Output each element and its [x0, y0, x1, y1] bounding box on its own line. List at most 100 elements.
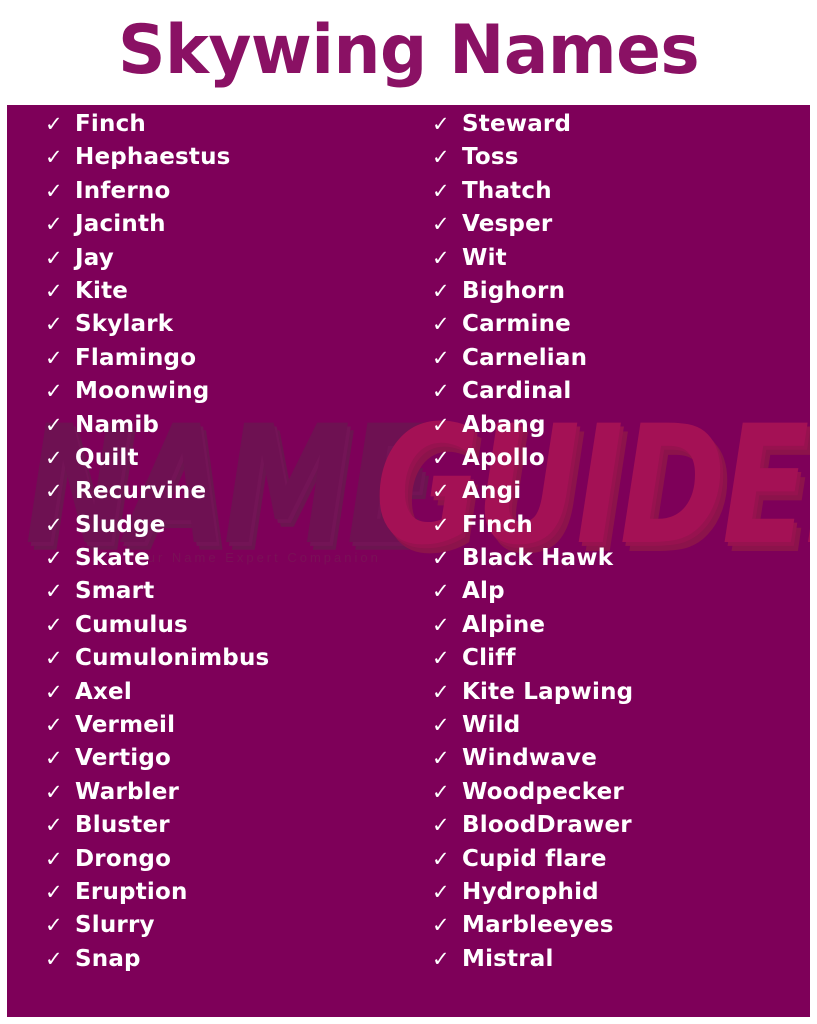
page-root: Skywing Names NAME GUIDER Your Name Expe… [0, 0, 817, 1024]
list-item-label: Skate [75, 545, 150, 572]
list-item[interactable]: ✓ Eruption [45, 879, 425, 914]
list-item-label: Kite Lapwing [462, 678, 634, 705]
list-item[interactable]: ✓ Namib [45, 413, 425, 447]
list-item-label: Jacinth [75, 211, 166, 238]
check-icon: ✓ [45, 345, 63, 370]
list-item[interactable]: ✓ Abang [432, 412, 807, 447]
check-icon: ✓ [45, 646, 63, 671]
check-icon: ✓ [45, 512, 63, 537]
list-item-label: Thatch [462, 177, 552, 204]
list-item[interactable]: ✓ Kite [45, 277, 425, 313]
list-item[interactable]: ✓ Bighorn [432, 277, 807, 313]
list-item[interactable]: ✓ Jay [45, 245, 425, 280]
page-title: Skywing Names [117, 10, 700, 90]
list-item[interactable]: ✓ Thatch [432, 177, 807, 213]
list-item[interactable]: ✓ Carnelian [432, 346, 807, 380]
check-icon: ✓ [432, 546, 450, 571]
list-item[interactable]: ✓ Bluster [45, 814, 425, 847]
list-item[interactable]: ✓ Cardinal [432, 380, 807, 413]
check-icon: ✓ [45, 245, 63, 270]
list-item[interactable]: ✓ Cumulus [45, 612, 425, 647]
list-item[interactable]: ✓ Finch [45, 113, 425, 146]
list-item-label: Moonwing [75, 378, 210, 405]
check-icon: ✓ [45, 145, 63, 170]
check-icon: ✓ [45, 579, 63, 604]
list-item[interactable]: ✓ Slurry [45, 914, 425, 947]
list-item-label: Kite [75, 277, 129, 304]
list-item[interactable]: ✓ Wit [432, 244, 807, 280]
list-item[interactable]: ✓ Axel [45, 678, 425, 714]
list-item[interactable]: ✓ Sludge [45, 512, 425, 547]
list-item[interactable]: ✓ Vertigo [45, 747, 425, 780]
list-item[interactable]: ✓ Skate [45, 547, 425, 580]
list-item[interactable]: ✓ Jacinth [45, 213, 425, 246]
list-item[interactable]: ✓ Kite Lapwing [432, 678, 807, 714]
check-icon: ✓ [432, 379, 450, 404]
names-column-right: ✓ Steward ✓ Toss ✓ Thatch ✓ Vesper ✓ Wit ✓ Bighorn ✓… [432, 113, 807, 981]
check-icon: ✓ [45, 445, 63, 470]
list-item[interactable]: ✓ Windwave [432, 747, 807, 780]
list-item[interactable]: ✓ Skylark [45, 313, 425, 346]
list-item-label: Mistral [462, 945, 554, 972]
list-item[interactable]: ✓ Marbleeyes [432, 914, 807, 947]
check-icon: ✓ [432, 212, 450, 237]
list-item[interactable]: ✓ Angi [432, 480, 807, 513]
list-item[interactable]: ✓ Flamingo [45, 345, 425, 380]
list-item[interactable]: ✓ Warbler [45, 778, 425, 814]
check-icon: ✓ [432, 813, 450, 838]
names-column-left: ✓ Finch ✓ Hephaestus ✓ Inferno ✓ Jacinth ✓ Jay ✓ Ki… [45, 113, 425, 981]
list-item[interactable]: ✓ Vermeil [45, 714, 425, 747]
check-icon: ✓ [45, 546, 63, 571]
list-item[interactable]: ✓ Mistral [432, 945, 807, 981]
list-item[interactable]: ✓ Recurvine [45, 480, 425, 513]
check-icon: ✓ [45, 212, 63, 237]
list-item[interactable]: ✓ Snap [45, 945, 425, 981]
check-icon: ✓ [45, 946, 63, 971]
list-item[interactable]: ✓ Steward [432, 113, 807, 146]
list-item[interactable]: ✓ Drongo [45, 845, 425, 881]
check-icon: ✓ [45, 278, 63, 303]
list-item-label: Steward [462, 111, 572, 137]
list-item[interactable]: ✓ Alp [432, 580, 807, 613]
check-icon: ✓ [45, 612, 63, 637]
check-icon: ✓ [45, 879, 63, 904]
list-item-label: Toss [462, 144, 519, 171]
list-item[interactable]: ✓ Vesper [432, 213, 807, 246]
list-item[interactable]: ✓ Black Hawk [432, 547, 807, 580]
list-item[interactable]: ✓ Quilt [45, 445, 425, 480]
list-item[interactable]: ✓ Wild [432, 714, 807, 747]
list-item[interactable]: ✓ Cumulonimbus [45, 647, 425, 680]
list-item[interactable]: ✓ Hephaestus [45, 146, 425, 179]
title-bar: Skywing Names [0, 0, 817, 101]
list-item[interactable]: ✓ Apollo [432, 446, 807, 480]
list-item-label: Wit [462, 244, 507, 271]
list-item-label: Black Hawk [462, 545, 614, 572]
list-item-label: Snap [75, 945, 141, 972]
list-item-label: Warbler [75, 778, 180, 805]
check-icon: ✓ [432, 412, 450, 437]
list-item[interactable]: ✓ BloodDrawer [432, 814, 807, 847]
check-icon: ✓ [45, 178, 63, 203]
check-icon: ✓ [45, 479, 63, 504]
list-item[interactable]: ✓ Cliff [432, 647, 807, 680]
list-item-label: Axel [75, 678, 132, 705]
list-item-label: Bighorn [462, 277, 566, 304]
list-item-label: Vertigo [75, 745, 172, 772]
list-item-label: Cliff [462, 645, 516, 672]
check-icon: ✓ [432, 245, 450, 270]
list-item[interactable]: ✓ Finch [432, 513, 807, 547]
list-item[interactable]: ✓ Inferno [45, 178, 425, 213]
list-item[interactable]: ✓ Hydrophid [432, 880, 807, 914]
list-item[interactable]: ✓ Woodpecker [432, 780, 807, 814]
check-icon: ✓ [432, 646, 450, 671]
list-item[interactable]: ✓ Smart [45, 580, 425, 613]
check-icon: ✓ [432, 479, 450, 504]
list-item[interactable]: ✓ Moonwing [45, 380, 425, 413]
check-icon: ✓ [45, 813, 63, 838]
list-item[interactable]: ✓ Toss [432, 146, 807, 179]
check-icon: ✓ [432, 746, 450, 771]
list-item[interactable]: ✓ Alpine [432, 613, 807, 647]
list-item[interactable]: ✓ Cupid flare [432, 847, 807, 881]
list-item-label: Drongo [75, 845, 172, 872]
list-item[interactable]: ✓ Carmine [432, 313, 807, 346]
